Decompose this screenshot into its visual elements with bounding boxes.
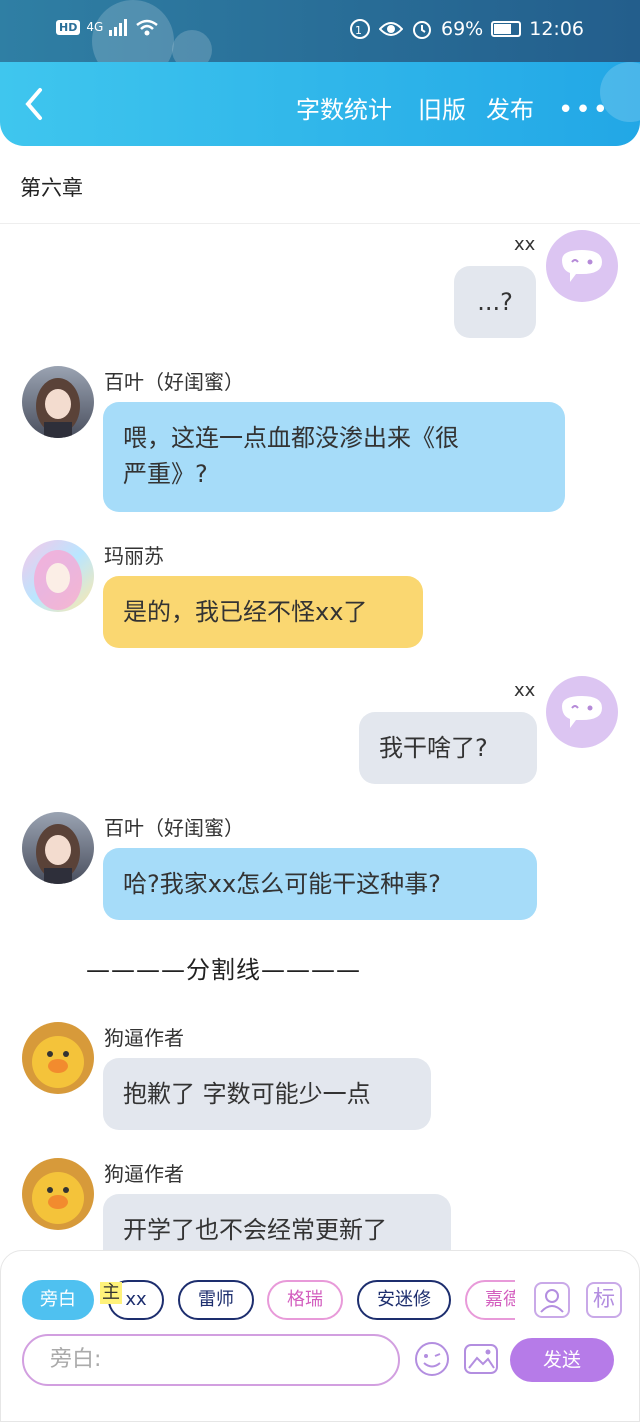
old-version-button[interactable]: 旧版 (418, 96, 466, 124)
chapter-title: 第六章 (20, 176, 83, 200)
publish-button[interactable]: 发布 (486, 96, 534, 124)
alarm-icon (413, 21, 431, 39)
message-line: 喂，这连一点血都没渗出来《很 (123, 424, 459, 452)
clock: 12:06 (529, 18, 584, 40)
role-chip-gerui[interactable]: 格瑞 (267, 1280, 343, 1320)
message-input[interactable]: 旁白: (22, 1334, 400, 1386)
role-chip-anmixiu[interactable]: 安迷修 (357, 1280, 451, 1320)
data-saver-icon: 1 (350, 19, 370, 39)
avatar-baiye[interactable] (22, 366, 94, 438)
network-type: 4G (86, 20, 104, 34)
chevron-left-icon (25, 88, 42, 120)
more-button[interactable]: ••• (558, 96, 610, 124)
message-bubble[interactable]: 哈?我家xx怎么可能干这种事? (103, 848, 537, 920)
signal-icon (109, 19, 128, 36)
main-character-tag: 主 (100, 1282, 122, 1304)
status-right: 1 69% 12:06 (349, 18, 584, 40)
sender-name: xx (514, 680, 536, 701)
sender-name: 玛丽苏 (104, 544, 164, 568)
emoji-button[interactable] (413, 1340, 451, 1378)
hd-icon: HD (56, 19, 81, 35)
message-bubble[interactable]: 我干啥了? (359, 712, 537, 784)
divider-text[interactable]: ————分割线———— (86, 950, 361, 985)
role-chip-clip: 嘉德 (465, 1280, 515, 1320)
input-placeholder: 旁白: (50, 1347, 102, 1372)
avatar-author[interactable] (22, 1158, 94, 1230)
avatar-baiye[interactable] (22, 812, 94, 884)
chapter-title-bar[interactable]: 第六章 (0, 146, 640, 224)
avatar-xx[interactable] (546, 230, 618, 302)
sender-name: 狗逼作者 (104, 1162, 184, 1186)
message-bubble[interactable]: 是的，我已经不怪xx了 (103, 576, 423, 648)
person-icon (540, 1289, 564, 1313)
avatar-malisu[interactable] (22, 540, 94, 612)
send-button[interactable]: 发送 (510, 1338, 614, 1382)
sender-name: 狗逼作者 (104, 1026, 184, 1050)
eye-icon (379, 22, 403, 36)
word-count-button[interactable]: 字数统计 (296, 96, 392, 124)
duck-avatar-icon (32, 1172, 84, 1224)
message-bubble[interactable]: 抱歉了 字数可能少一点 (103, 1058, 431, 1130)
sender-name: 百叶（好闺蜜） (104, 370, 244, 394)
back-button[interactable] (22, 86, 52, 122)
image-button[interactable] (462, 1340, 500, 1378)
character-manage-button[interactable] (534, 1282, 570, 1318)
tag-button-label: 标 (592, 1287, 615, 1312)
duck-avatar-icon (32, 1036, 84, 1088)
anime-girl-avatar-icon (36, 378, 80, 438)
message-bubble[interactable]: ...? (454, 266, 536, 338)
tag-button[interactable]: 标 (586, 1282, 622, 1318)
status-bar: HD 4G 1 69% 12:06 (0, 0, 640, 82)
anime-girl-avatar-icon (36, 824, 80, 884)
chat-face-icon (562, 250, 602, 282)
message-bubble[interactable]: 喂，这连一点血都没渗出来《很 严重》? (103, 402, 565, 512)
battery-percent: 69% (441, 18, 484, 40)
rainbow-hair-avatar-icon (34, 550, 82, 610)
svg-text:1: 1 (355, 24, 362, 37)
avatar-author[interactable] (22, 1022, 94, 1094)
editor-header: 字数统计 旧版 发布 ••• (0, 62, 640, 146)
battery-icon (491, 21, 522, 37)
sender-name: 百叶（好闺蜜） (104, 816, 244, 840)
emoji-icon (415, 1342, 449, 1376)
role-chip-narration[interactable]: 旁白 (22, 1280, 94, 1320)
role-chip-jiade[interactable]: 嘉德 (465, 1280, 515, 1320)
status-left: HD 4G (56, 18, 159, 36)
battery-level (494, 24, 512, 34)
message-line: 严重》? (123, 460, 208, 488)
chat-face-icon (562, 696, 602, 728)
avatar-xx[interactable] (546, 676, 618, 748)
wifi-icon (136, 19, 159, 36)
role-chip-leishi[interactable]: 雷师 (178, 1280, 254, 1320)
sender-name: xx (514, 234, 536, 255)
image-icon (464, 1344, 498, 1374)
